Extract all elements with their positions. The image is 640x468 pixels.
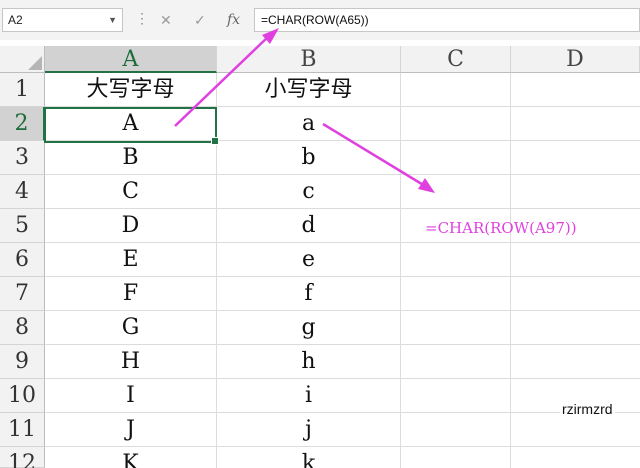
fill-handle[interactable] (211, 137, 219, 145)
cancel-icon[interactable]: ✕ (160, 8, 172, 32)
row-header-12[interactable]: 12 (0, 447, 45, 468)
row-header-6[interactable]: 6 (0, 243, 45, 277)
row-header-2[interactable]: 2 (0, 107, 45, 141)
name-box[interactable]: A2 ▼ (2, 8, 123, 32)
column-header-a[interactable]: A (45, 46, 217, 73)
row-header-4[interactable]: 4 (0, 175, 45, 209)
cell-b7[interactable]: f (216, 277, 401, 310)
cell-a8[interactable]: G (45, 311, 216, 344)
table-row: J j (45, 413, 640, 447)
cell-b2[interactable]: a (216, 107, 401, 140)
row-header-11[interactable]: 11 (0, 413, 45, 447)
cell-b3[interactable]: b (216, 141, 401, 174)
selected-cell-outline (44, 107, 219, 145)
cell-b11[interactable]: j (216, 413, 401, 446)
cell-b10[interactable]: i (216, 379, 401, 412)
cell-a1[interactable]: 大写字母 (45, 73, 216, 106)
formula-input[interactable]: =CHAR(ROW(A65)) (254, 8, 640, 32)
row-header-7[interactable]: 7 (0, 277, 45, 311)
cell-a7[interactable]: F (45, 277, 216, 310)
column-header-d[interactable]: D (511, 46, 640, 73)
cell-a4[interactable]: C (45, 175, 216, 208)
check-icon[interactable]: ✓ (194, 8, 206, 32)
cell-a9[interactable]: H (45, 345, 216, 378)
formula-tools: ✕ ✓ fx (150, 8, 248, 32)
select-all-button[interactable] (0, 46, 45, 73)
cell-b8[interactable]: g (216, 311, 401, 344)
spreadsheet-grid: A B C D 1 大写字母 小写字母 2 A a 3 B b 4 C c 5 … (0, 40, 640, 468)
table-row: 大写字母 小写字母 (45, 73, 640, 107)
watermark: rzirmzrd (560, 401, 615, 417)
annotation-formula: =CHAR(ROW(A97)) (425, 219, 577, 237)
cell-a3[interactable]: B (45, 141, 216, 174)
name-box-value: A2 (8, 13, 23, 27)
more-options-icon[interactable]: ⋮ (135, 10, 150, 27)
row-header-9[interactable]: 9 (0, 345, 45, 379)
row-header-1[interactable]: 1 (0, 73, 45, 107)
cell-b1[interactable]: 小写字母 (216, 73, 401, 106)
row-header-3[interactable]: 3 (0, 141, 45, 175)
cell-a10[interactable]: I (45, 379, 216, 412)
table-row: B b (45, 141, 640, 175)
table-row: F f (45, 277, 640, 311)
row-header-5[interactable]: 5 (0, 209, 45, 243)
table-row: H h (45, 345, 640, 379)
cell-b4[interactable]: c (216, 175, 401, 208)
select-all-icon (28, 56, 42, 70)
cell-a5[interactable]: D (45, 209, 216, 242)
cell-a12[interactable]: K (45, 447, 216, 468)
column-header-c[interactable]: C (401, 46, 511, 73)
cell-b12[interactable]: k (216, 447, 401, 468)
chevron-down-icon[interactable]: ▼ (108, 9, 117, 31)
cell-b6[interactable]: e (216, 243, 401, 276)
fx-icon[interactable]: fx (227, 8, 240, 32)
cell-a6[interactable]: E (45, 243, 216, 276)
table-row: G g (45, 311, 640, 345)
row-header-10[interactable]: 10 (0, 379, 45, 413)
table-row: C c (45, 175, 640, 209)
column-header-b[interactable]: B (217, 46, 401, 73)
table-row: E e (45, 243, 640, 277)
table-row: K k (45, 447, 640, 468)
row-header-8[interactable]: 8 (0, 311, 45, 345)
table-row: I i (45, 379, 640, 413)
cell-a11[interactable]: J (45, 413, 216, 446)
formula-bar: A2 ▼ ⋮ ✕ ✓ fx =CHAR(ROW(A65)) (0, 0, 640, 40)
cell-b5[interactable]: d (216, 209, 401, 242)
cell-b9[interactable]: h (216, 345, 401, 378)
